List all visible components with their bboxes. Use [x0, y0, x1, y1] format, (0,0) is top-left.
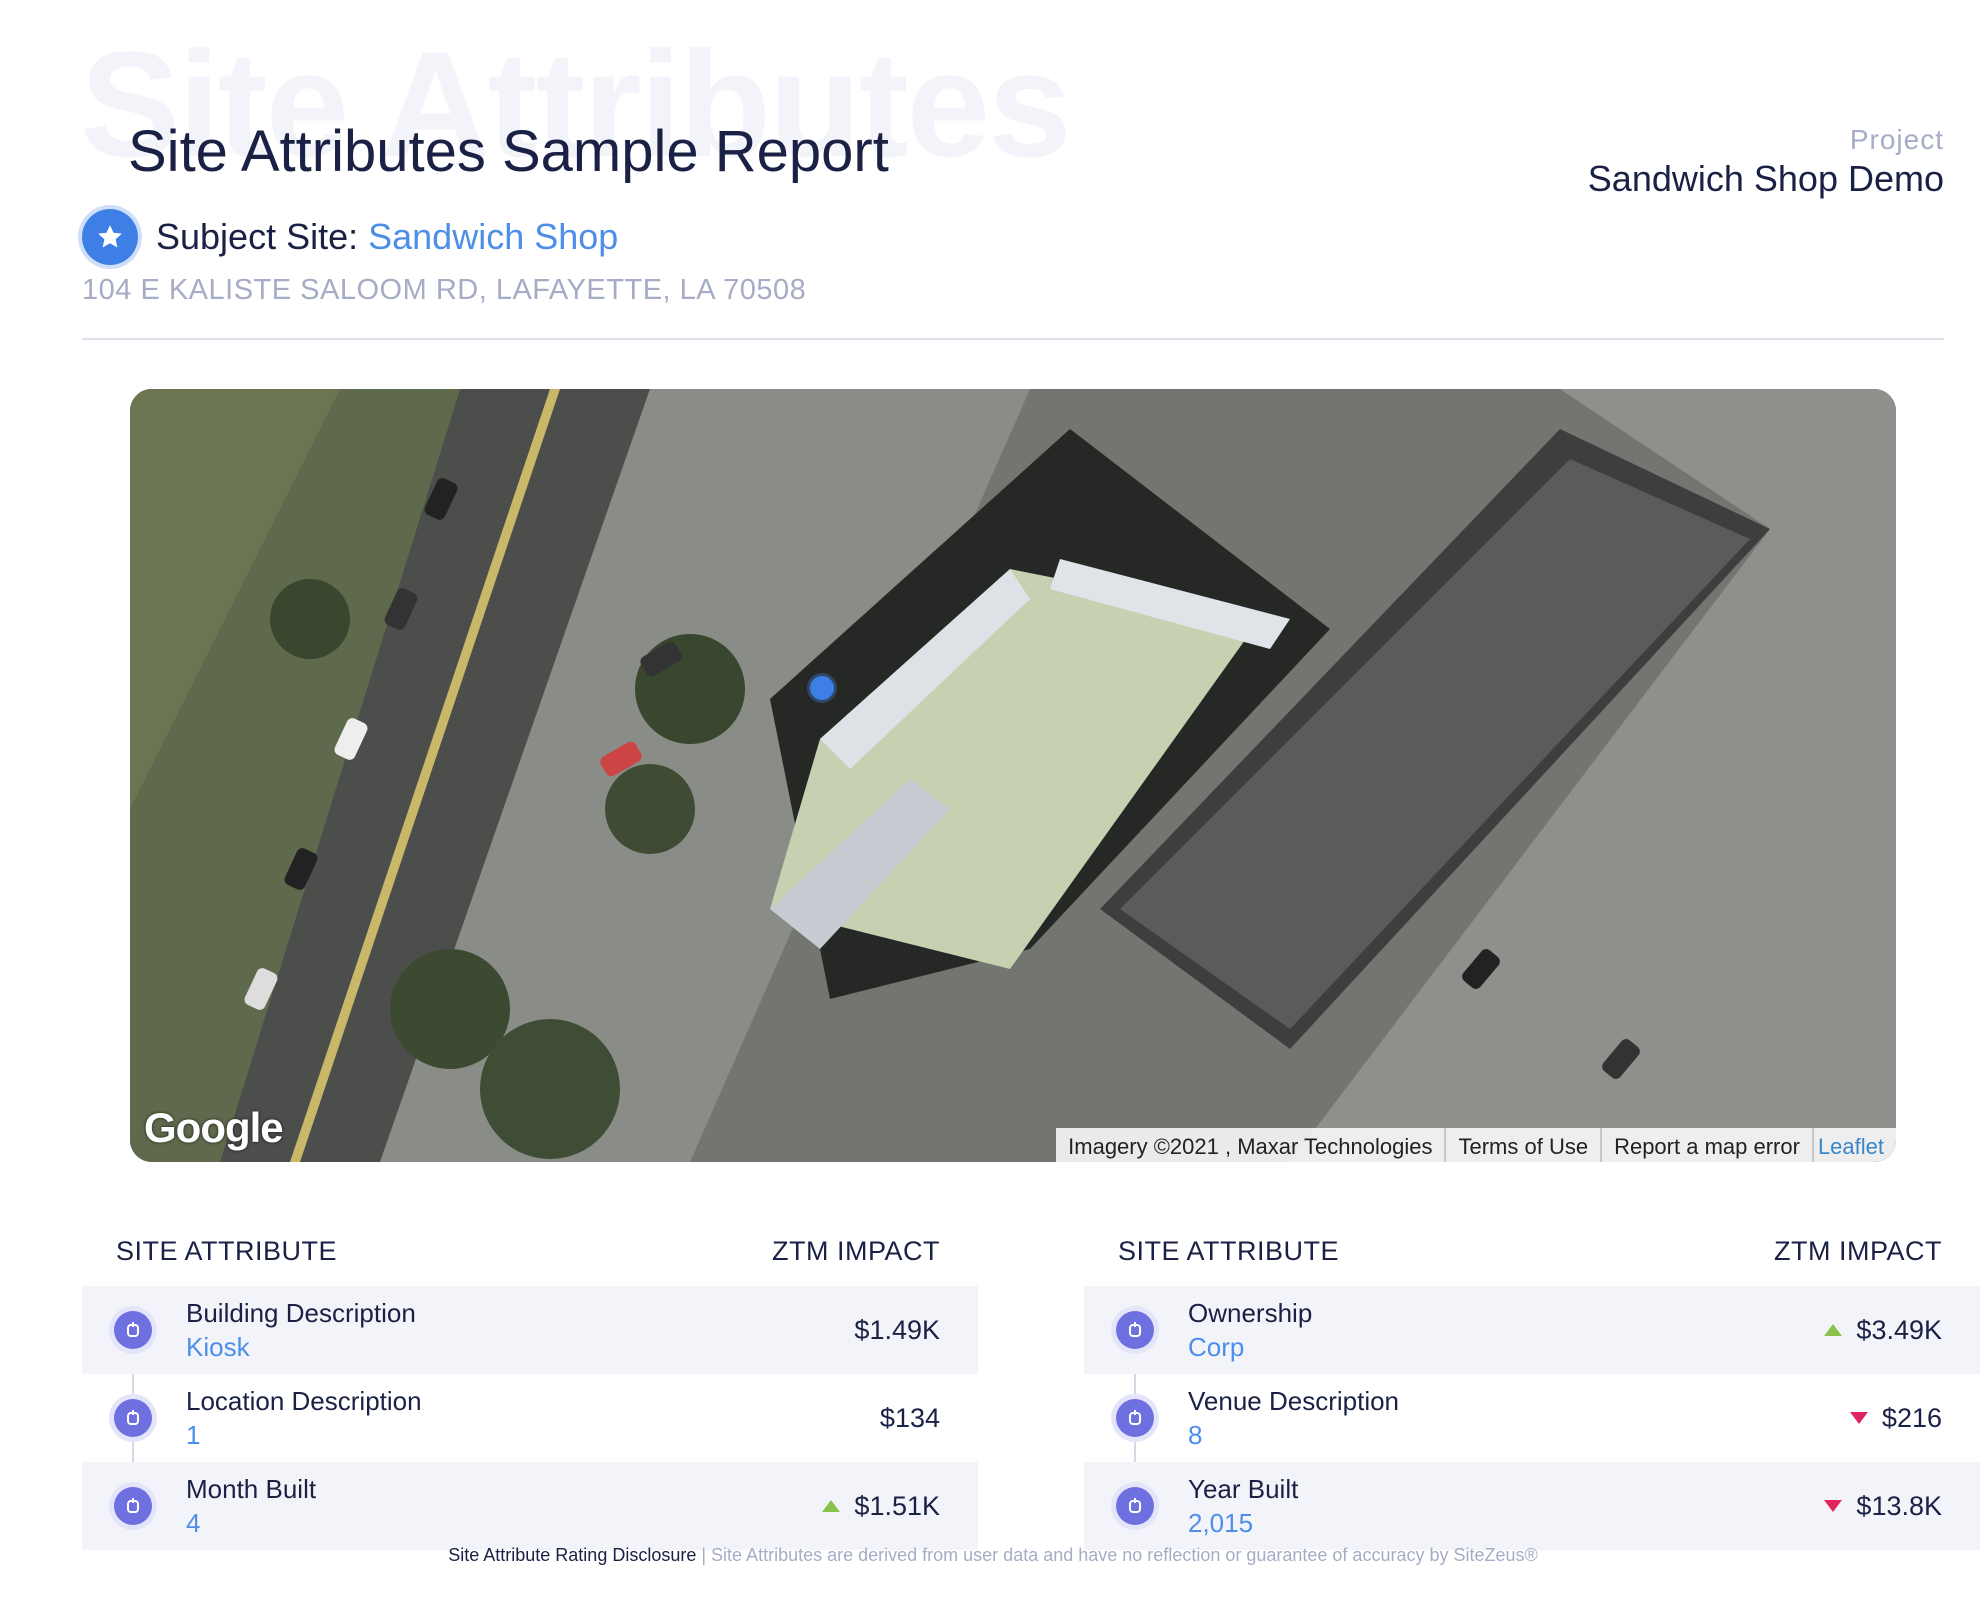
report-map-error-link[interactable]: Report a map error — [1600, 1128, 1812, 1162]
attribute-icon — [114, 1399, 152, 1437]
attribute-icon — [114, 1487, 152, 1525]
attribute-value: Corp — [1188, 1332, 1245, 1362]
subject-site: Subject Site: Sandwich Shop — [82, 208, 618, 266]
attribute-name: Location Description — [186, 1386, 422, 1416]
trend-up-icon — [822, 1500, 841, 1512]
table-header: SITE ATTRIBUTE ZTM IMPACT — [82, 1226, 978, 1276]
project-name: Sandwich Shop Demo — [1587, 158, 1944, 199]
attribute-row: Ownership Corp $3.49K — [1084, 1286, 1980, 1374]
attribute-icon — [114, 1311, 152, 1349]
google-logo: Google — [144, 1104, 284, 1151]
attribute-row: Year Built 2,015 $13.8K — [1084, 1462, 1980, 1550]
attribute-name: Month Built — [186, 1474, 317, 1504]
trend-down-icon — [1824, 1500, 1843, 1512]
imagery-credit: Imagery ©2021 , Maxar Technologies — [1068, 1134, 1433, 1159]
satellite-imagery — [130, 389, 1896, 1162]
attribute-value: 8 — [1188, 1420, 1203, 1450]
disclosure: Site Attribute Rating Disclosure | Site … — [0, 1545, 1986, 1566]
impact-value: $216 — [1881, 1402, 1942, 1433]
subject-site-name[interactable]: Sandwich Shop — [368, 216, 618, 258]
header-site-attribute: SITE ATTRIBUTE — [116, 1235, 338, 1266]
attribute-table-right: SITE ATTRIBUTE ZTM IMPACT Ownership Corp… — [1084, 1226, 1980, 1550]
attribute-value: 2,015 — [1188, 1508, 1254, 1538]
terms-of-use-link[interactable]: Terms of Use — [1444, 1128, 1600, 1162]
attribute-icon — [1116, 1399, 1154, 1437]
ztm-impact: $134 — [880, 1403, 940, 1434]
impact-value: $134 — [879, 1402, 940, 1433]
star-icon — [82, 209, 138, 265]
disclosure-text: Site Attributes are derived from user da… — [711, 1545, 1538, 1565]
ztm-impact: $3.49K — [1824, 1315, 1942, 1346]
attribute-name: Year Built — [1188, 1474, 1299, 1504]
project-label: Project — [1849, 124, 1944, 155]
attribute-name: Ownership — [1188, 1298, 1313, 1328]
header-ztm-impact: ZTM IMPACT — [772, 1235, 940, 1266]
impact-value: $3.49K — [1856, 1314, 1942, 1345]
leaflet-link[interactable]: Leaflet — [1811, 1128, 1896, 1162]
ztm-impact: $216 — [1849, 1402, 1942, 1434]
attribute-value: Kiosk — [186, 1332, 250, 1362]
attribute-icon — [1116, 1311, 1154, 1349]
header-ztm-impact: ZTM IMPACT — [1774, 1235, 1942, 1266]
map-attribution: Imagery ©2021 , Maxar Technologies Terms… — [1056, 1128, 1896, 1162]
ztm-impact: $13.8K — [1824, 1491, 1942, 1522]
attribute-name: Building Description — [186, 1298, 416, 1328]
trend-down-icon — [1849, 1412, 1868, 1424]
attribute-table-left: SITE ATTRIBUTE ZTM IMPACT Building Descr… — [82, 1226, 978, 1550]
attribute-row: Building Description Kiosk $1.49K — [82, 1286, 978, 1374]
ztm-impact: $1.51K — [822, 1491, 940, 1522]
trend-up-icon — [1824, 1324, 1843, 1336]
report-title: Site Attributes Sample Report — [128, 119, 889, 184]
site-location-marker[interactable] — [810, 676, 834, 700]
disclosure-separator: | — [696, 1545, 712, 1565]
attribute-value: 1 — [186, 1420, 201, 1450]
header-divider — [82, 338, 1944, 340]
subject-site-label: Subject Site: — [156, 216, 369, 257]
table-header: SITE ATTRIBUTE ZTM IMPACT — [1084, 1226, 1980, 1276]
attribute-value: 4 — [186, 1508, 201, 1538]
attribute-row: Month Built 4 $1.51K — [82, 1462, 978, 1550]
site-address: 104 E KALISTE SALOOM RD, LAFAYETTE, LA 7… — [82, 274, 807, 306]
attribute-icon — [1116, 1487, 1154, 1525]
impact-value: $1.49K — [854, 1314, 940, 1345]
disclosure-title[interactable]: Site Attribute Rating Disclosure — [448, 1545, 696, 1565]
ztm-impact: $1.49K — [854, 1315, 940, 1346]
attribute-row: Venue Description 8 $216 — [1084, 1374, 1980, 1462]
satellite-map[interactable]: Google Imagery ©2021 , Maxar Technologie… — [130, 389, 1896, 1162]
attribute-row: Location Description 1 $134 — [82, 1374, 978, 1462]
impact-value: $1.51K — [854, 1490, 940, 1521]
impact-value: $13.8K — [1856, 1490, 1942, 1521]
attribute-name: Venue Description — [1188, 1386, 1400, 1416]
header-site-attribute: SITE ATTRIBUTE — [1118, 1235, 1340, 1266]
